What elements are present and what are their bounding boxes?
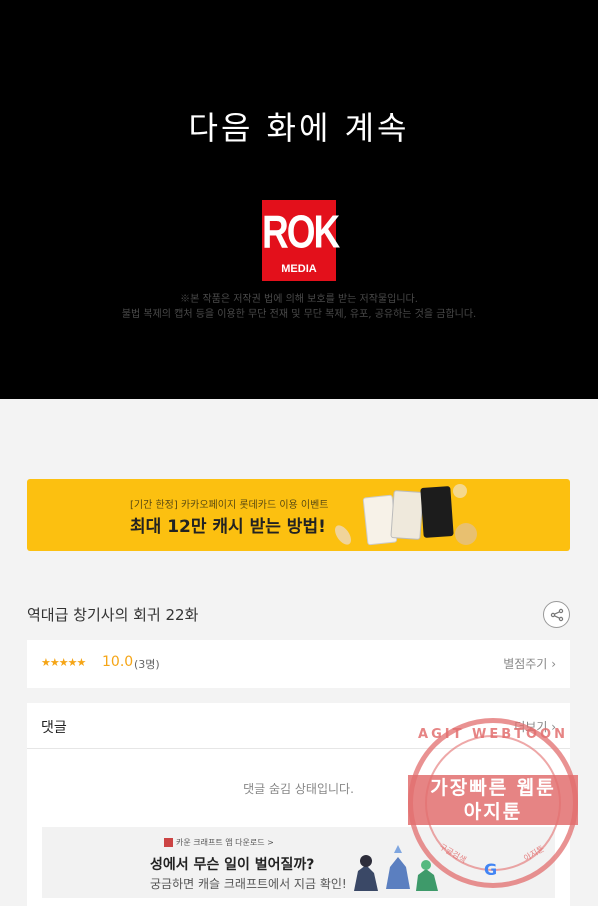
watermark-top-text: AGIT WEBTOON	[418, 727, 568, 742]
chevron-right-icon: ›	[551, 657, 556, 671]
share-icon	[550, 608, 563, 621]
rate-button-label: 별점주기	[503, 657, 548, 671]
copyright-line-2: 불법 복제의 캡처 등을 이용한 무단 전재 및 무단 복제, 유포, 공유하는…	[121, 309, 477, 320]
comic-end-panel: 다음 화에 계속 ROK MEDIA ※본 작품은 저작권 법에 의해 보호를 …	[0, 0, 598, 399]
rate-button[interactable]: 별점주기 ›	[503, 655, 556, 672]
banner-subtitle: [기간 한정] 카카오페이지 롯데카드 이용 이벤트	[130, 500, 329, 511]
watermark-line-2: 아지툰	[463, 801, 523, 823]
share-button[interactable]	[543, 601, 570, 628]
watermark-band: 가장빠른 웹툰 아지툰	[408, 775, 578, 825]
coin-icon	[453, 484, 467, 498]
card-image-3	[420, 486, 454, 538]
google-icon: G	[484, 860, 498, 879]
ad-description: 궁금하면 캐슬 크래프트에서 지금 확인!	[150, 877, 347, 891]
rok-media-logo: ROK MEDIA	[262, 200, 340, 281]
ad-title: 성에서 무슨 일이 벌어질까?	[150, 857, 315, 873]
ad-subtitle: 카운 크래프트 앱 다운로드 >	[164, 837, 274, 848]
coin-icon	[455, 523, 477, 545]
rating-count: (3명)	[134, 658, 160, 671]
coin-icon	[335, 525, 351, 545]
rating-box: ★★★★★ 10.0 (3명) 별점주기 ›	[27, 640, 570, 688]
episode-title: 역대급 창기사의 회귀 22화	[27, 606, 199, 624]
rating-score: 10.0	[102, 654, 134, 670]
app-icon	[164, 838, 173, 847]
banner-title: 최대 12만 캐시 받는 방법!	[130, 517, 326, 537]
promo-banner[interactable]: [기간 한정] 카카오페이지 롯데카드 이용 이벤트 최대 12만 캐시 받는 …	[27, 479, 570, 551]
comment-title: 댓글	[41, 720, 67, 736]
card-image-2	[390, 490, 424, 540]
ad-subtitle-text: 카운 크래프트 앱 다운로드 >	[176, 838, 274, 847]
copyright-line-1: ※본 작품은 저작권 법에 의해 보호를 받는 저작물입니다.	[180, 294, 418, 305]
logo-media-text: MEDIA	[281, 263, 317, 275]
continue-text: 다음 화에 계속	[188, 109, 410, 147]
rating-stars: ★★★★★	[41, 656, 86, 669]
watermark-line-1: 가장빠른 웹툰	[430, 777, 556, 799]
copyright-notice: ※본 작품은 저작권 법에 의해 보호를 받는 저작물입니다. 불법 복제의 캡…	[0, 292, 598, 322]
logo-rok-text: ROK	[262, 206, 340, 258]
